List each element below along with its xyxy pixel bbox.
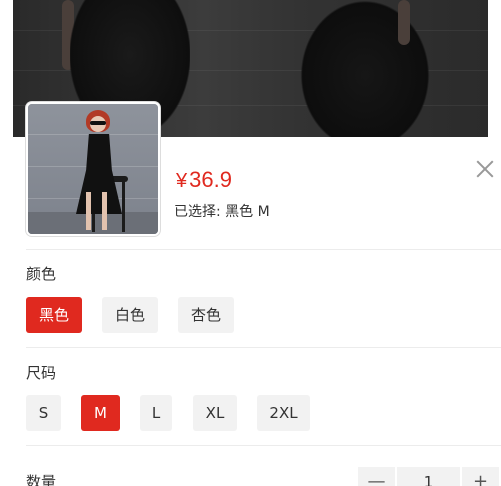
quantity-decrement-button[interactable]: — (358, 467, 395, 486)
color-section-title: 颜色 (26, 265, 57, 283)
selected-variant-text: 已选择: 黑色 M (174, 204, 270, 220)
product-price: ¥36.9 (176, 167, 232, 193)
color-option-white[interactable]: 白色 (102, 297, 158, 333)
price-value: 36.9 (189, 167, 232, 192)
color-option-black[interactable]: 黑色 (26, 297, 82, 333)
currency-symbol: ¥ (176, 170, 188, 192)
size-option-l[interactable]: L (140, 395, 172, 431)
quantity-section-title: 数量 (26, 473, 57, 486)
product-thumbnail (26, 102, 160, 236)
size-option-s[interactable]: S (26, 395, 61, 431)
size-option-m[interactable]: M (81, 395, 120, 431)
quantity-increment-button[interactable]: + (462, 467, 499, 486)
divider (26, 249, 501, 250)
divider (26, 445, 501, 446)
color-option-apricot[interactable]: 杏色 (178, 297, 234, 333)
close-icon[interactable] (474, 158, 496, 180)
size-section-title: 尺码 (26, 364, 57, 382)
size-option-xl[interactable]: XL (193, 395, 237, 431)
size-option-2xl[interactable]: 2XL (257, 395, 310, 431)
divider (26, 347, 501, 348)
quantity-input[interactable]: 1 (397, 467, 460, 486)
